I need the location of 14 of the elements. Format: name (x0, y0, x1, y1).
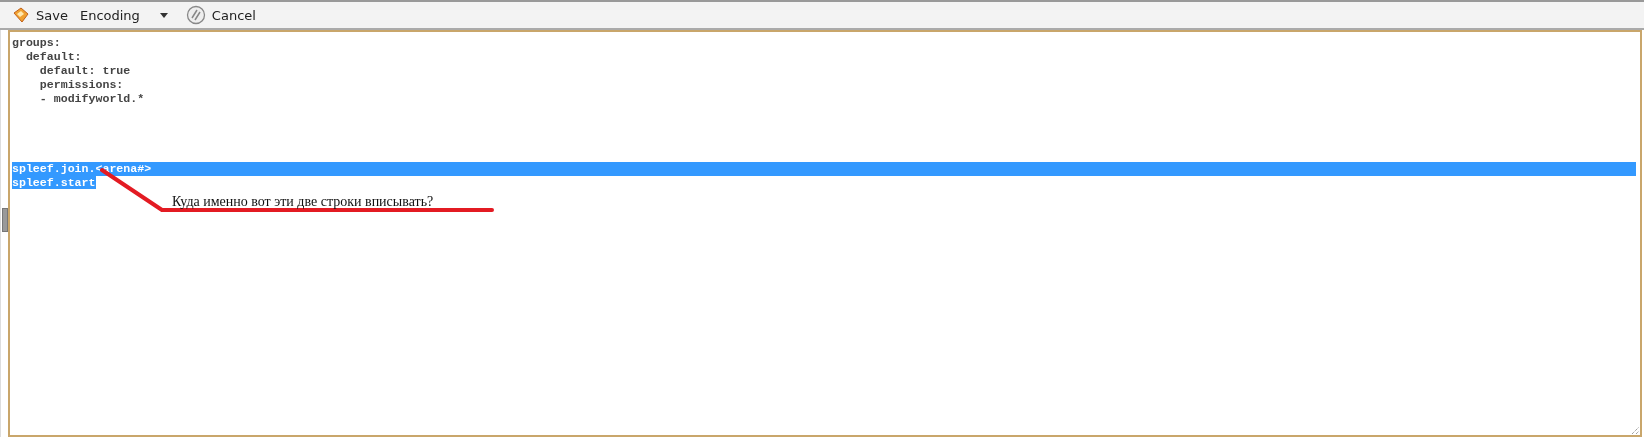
text-editor[interactable]: groups: default: default: true permissions: - modifyworld.* spleef.join.<arena#> spleef.start Куда именно вот эти две строки вписывать? (8, 30, 1642, 437)
caret-icon (159, 12, 168, 18)
encoding-dropdown[interactable]: Encoding (75, 3, 172, 27)
annotation-text: Куда именно вот эти две строки вписывать? (172, 194, 434, 210)
cancel-icon (185, 5, 206, 25)
code-line: permissions: (38, 78, 124, 91)
resize-grip-icon[interactable] (1631, 426, 1639, 434)
code-line: default: (24, 50, 82, 63)
code-line: default: true (38, 64, 131, 77)
splitter-handle[interactable] (2, 208, 8, 232)
code-line: - modifyworld.* (38, 92, 145, 105)
save-button[interactable]: Save (8, 3, 72, 27)
code-line: groups: (12, 36, 61, 49)
cancel-button[interactable]: Cancel (181, 3, 260, 27)
